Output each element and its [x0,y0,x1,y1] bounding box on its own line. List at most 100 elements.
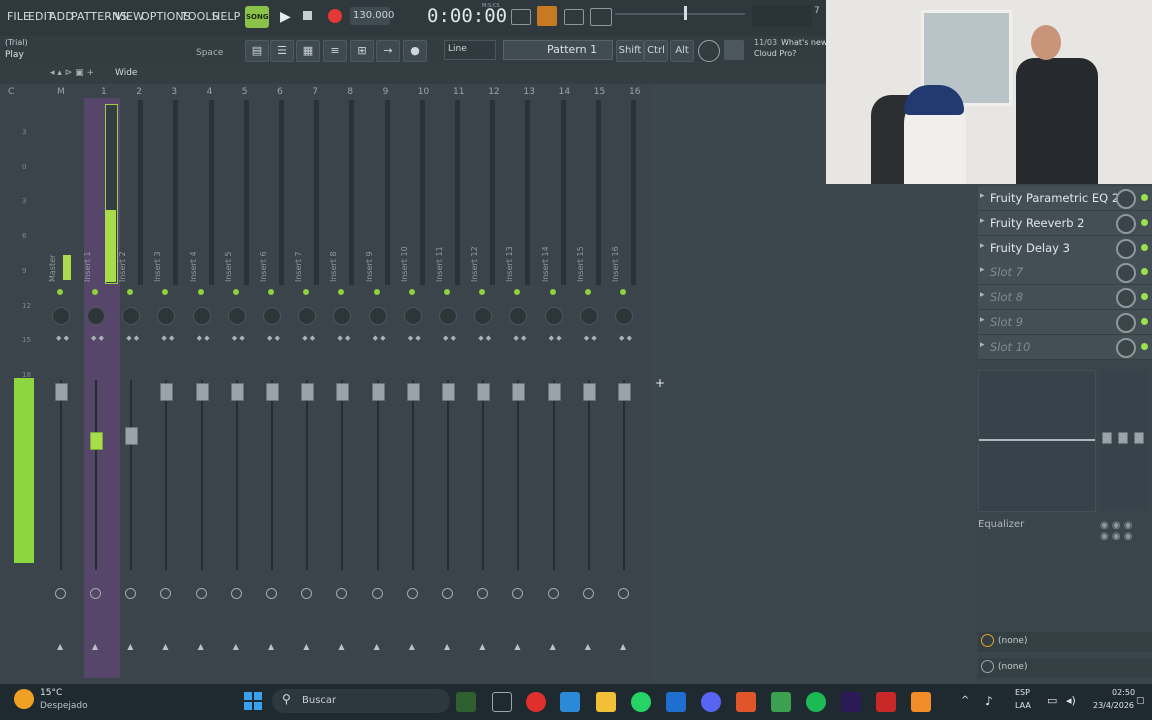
stereo-separation-arrows[interactable]: ◆ ◆ [232,335,245,342]
channel-enable-led[interactable] [268,289,274,295]
slot-enable-led[interactable] [1141,218,1148,226]
blend-icon[interactable] [590,8,612,26]
eq-low-fader[interactable] [1102,432,1112,444]
effect-slot[interactable]: ▸ Slot 8 [978,285,1152,311]
master-volume-track[interactable] [615,13,745,15]
folder-icon[interactable] [596,692,616,712]
channel-enable-led[interactable] [584,289,591,295]
channel-name[interactable]: Insert 13 [505,246,514,282]
channel-name[interactable]: Insert 5 [224,251,233,282]
pan-knob[interactable] [579,307,598,325]
volume-fader[interactable] [512,383,526,401]
slot-menu-arrow-icon[interactable]: ▸ [980,340,985,350]
channel-enable-led[interactable] [232,289,239,295]
tempo-display[interactable]: 130.000 [350,7,394,25]
pan-knob[interactable] [368,307,387,325]
channel-enable-led[interactable] [444,289,450,295]
mix-knob[interactable] [1116,337,1136,358]
eq-knobs[interactable]: ◉ ◉ ◉ ◉ ◉ ◉ [1100,520,1148,550]
windows-start-icon[interactable] [244,692,262,710]
effect-slot[interactable]: ▸ Slot 7 [978,260,1152,286]
routing-ring[interactable] [547,588,559,599]
pan-knob[interactable] [439,307,457,325]
channel-name[interactable]: Insert 9 [365,251,374,282]
channel-rack-icon[interactable]: ☰ [270,40,294,62]
volume-fader[interactable] [477,383,491,401]
slot-menu-arrow-icon[interactable]: ▸ [980,265,985,275]
volume-fader[interactable] [301,383,315,401]
channel-name[interactable]: Insert 14 [541,246,550,282]
routing-ring[interactable] [55,588,66,599]
channel-enable-led[interactable] [373,289,380,295]
volume-fader[interactable] [55,383,68,401]
slot-enable-led[interactable] [1141,194,1148,201]
menu-view[interactable]: VIEW [115,10,144,23]
slot-enable-led[interactable] [1141,342,1148,350]
stereo-separation-arrows[interactable]: ◆ ◆ [126,335,139,342]
volume-fader[interactable] [547,383,561,401]
channel-enable-led[interactable] [620,289,626,295]
channel-enable-led[interactable] [92,289,98,295]
menu-file[interactable]: FILE [7,10,30,23]
weather-icon[interactable] [14,689,34,709]
news-title[interactable]: What's new [781,38,827,47]
voicemod-icon[interactable] [876,692,896,712]
routing-ring[interactable] [406,588,418,599]
stereo-separation-arrows[interactable]: ◆ ◆ [549,335,562,342]
shift-key[interactable]: Shift [616,40,644,62]
eq-high-fader[interactable] [1134,432,1144,444]
send-arrow[interactable]: ▲ [620,642,626,651]
copilot-icon[interactable] [560,692,580,712]
slot-menu-arrow-icon[interactable]: ▸ [980,216,985,226]
slot-enable-led[interactable] [1141,243,1148,251]
song-mode-button[interactable]: SONG [245,6,269,28]
slot-enable-led[interactable] [1141,318,1148,325]
pattern-selector[interactable]: Pattern 1 [503,40,613,60]
send-arrow[interactable]: ▲ [514,642,520,651]
channel-name[interactable]: Insert 12 [470,246,479,282]
chrome-icon[interactable] [526,692,546,712]
channel-name[interactable]: Insert 15 [576,246,585,282]
alt-key[interactable]: Alt [670,40,694,62]
stereo-separation-arrows[interactable]: ◆ ◆ [619,335,632,342]
send-arrow[interactable]: ▲ [444,642,450,651]
play-button[interactable]: ▶ [280,9,296,25]
volume-fader[interactable] [582,383,596,401]
mix-knob[interactable] [1116,189,1136,209]
pan-knob[interactable] [227,307,246,325]
news-icon[interactable] [724,40,744,60]
mic-tray-icon[interactable]: ♪ [985,694,993,708]
effect-slot[interactable]: ▸ Fruity Parametric EQ 2 [978,186,1152,211]
channel-name[interactable]: Insert 6 [259,251,268,282]
send-arrow[interactable]: ▲ [409,642,415,651]
routing-ring[interactable] [442,588,453,599]
microphone-icon[interactable]: ● [403,40,427,62]
stereo-separation-arrows[interactable]: ◆ ◆ [443,335,456,342]
channel-name[interactable]: Master [48,255,57,282]
mixer-icon[interactable]: ≡ [323,40,347,62]
mix-knob[interactable] [1116,213,1136,234]
volume-fader[interactable] [125,427,139,445]
mixer-view-label[interactable]: Wide [115,68,137,78]
effect-slot[interactable]: ▸ Fruity Delay 3 [978,235,1152,261]
volume-fader[interactable] [406,383,420,401]
channel-enable-led[interactable] [549,289,556,295]
pan-knob[interactable] [192,307,211,325]
slot-menu-arrow-icon[interactable]: ▸ [980,191,985,201]
master-volume-handle[interactable] [684,6,687,20]
arrow-icon[interactable]: → [376,40,400,62]
routing-ring[interactable] [582,588,594,599]
stereo-separation-arrows[interactable]: ◆ ◆ [267,335,280,342]
ctrl-key[interactable]: Ctrl [644,40,668,62]
record-button[interactable] [328,9,342,23]
routing-ring[interactable] [618,588,629,599]
menu-help[interactable]: HELP [212,10,240,23]
playlist-icon[interactable]: ▤ [245,40,269,62]
volume-fader[interactable] [195,383,209,401]
channel-name[interactable]: Insert 10 [400,246,409,282]
channel-name[interactable]: Insert 8 [329,251,338,282]
stereo-separation-arrows[interactable]: ◆ ◆ [197,335,210,342]
loop-record-icon[interactable] [564,9,584,25]
whatsapp-icon[interactable] [631,692,651,712]
premiere-icon[interactable] [841,692,861,712]
